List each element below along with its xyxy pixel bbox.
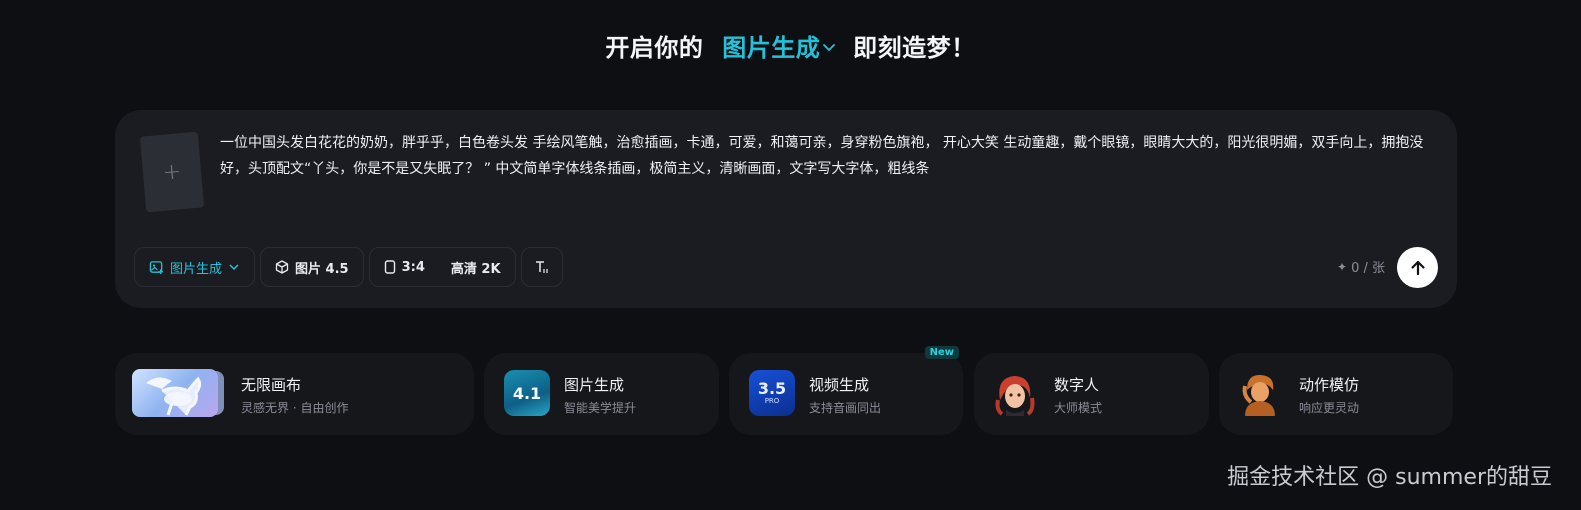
send-button[interactable] <box>1397 247 1438 288</box>
headline-prefix: 开启你的 <box>605 34 704 62</box>
pegasus-image <box>146 376 202 416</box>
card-title: 数字人 <box>1054 376 1100 394</box>
prompt-textarea[interactable]: 一位中国头发白花花的奶奶，胖乎乎，白色卷头发 手绘风笔触，治愈插画，卡通，可爱，… <box>220 130 1435 182</box>
feature-card-digital-human[interactable]: 数字人 大师模式 <box>974 353 1209 435</box>
feature-card-motion-mimic[interactable]: 动作模仿 响应更灵动 <box>1219 353 1453 435</box>
thumb-version: 3.5 <box>757 379 787 398</box>
image-gen-thumbnail: 4.1 <box>504 370 550 416</box>
new-badge: New <box>924 346 959 359</box>
thumb-version: 4.1 <box>512 383 542 403</box>
ratio-quality-button[interactable]: 3:4 高清 2K <box>368 247 516 287</box>
upload-reference-button[interactable]: + <box>139 131 205 213</box>
watermark: 掘金技术社区 @ summer的甜豆 <box>1227 465 1552 490</box>
text-style-button[interactable] <box>520 247 563 287</box>
quality-label: 高清 2K <box>450 261 501 277</box>
ratio-label: 3:4 <box>401 259 425 275</box>
card-subtitle: 响应更灵动 <box>1299 401 1360 415</box>
plus-icon: + <box>161 158 183 186</box>
model-select-button[interactable]: 图片 4.5 <box>260 247 364 287</box>
page: 开启你的 图片生成 即刻造梦！ + 一位中国头发白花花的奶奶，胖乎乎，白色卷头发… <box>0 0 1581 510</box>
card-subtitle: 支持音画同出 <box>809 401 882 415</box>
card-title: 动作模仿 <box>1299 376 1360 394</box>
card-title: 无限画布 <box>241 376 302 394</box>
sparkle-icon: ✦ <box>1337 259 1348 274</box>
mode-dropdown[interactable]: 图片生成 <box>722 34 853 62</box>
feature-card-video-gen[interactable]: New 3.5 PRO 视频生成 支持音画同出 <box>729 346 963 435</box>
arrow-up-icon <box>1410 260 1425 275</box>
headline: 开启你的 图片生成 即刻造梦！ <box>0 28 1581 63</box>
card-subtitle: 大师模式 <box>1054 401 1103 415</box>
canvas-thumbnail <box>132 369 224 417</box>
card-subtitle: 灵感无界 · 自由创作 <box>241 401 349 415</box>
motion-mimic-thumbnail <box>1242 374 1275 416</box>
cube-icon <box>275 260 289 274</box>
video-gen-thumbnail: 3.5 PRO <box>749 370 795 416</box>
mode-dropdown-label: 图片生成 <box>722 34 821 62</box>
prompt-panel: + 一位中国头发白花花的奶奶，胖乎乎，白色卷头发 手绘风笔触，治愈插画，卡通，可… <box>115 110 1457 308</box>
thumb-pro: PRO <box>764 397 780 405</box>
chevron-down-icon <box>823 44 836 52</box>
mode-select-button[interactable]: 图片生成 <box>134 247 256 287</box>
card-title: 图片生成 <box>564 376 625 394</box>
headline-suffix: 即刻造梦！ <box>853 34 976 62</box>
feature-card-image-gen[interactable]: 4.1 图片生成 智能美学提升 <box>484 353 719 435</box>
credit-cost-label: 0 / 张 <box>1351 261 1385 276</box>
aspect-ratio-icon <box>384 260 395 274</box>
text-format-icon <box>535 261 548 273</box>
image-add-icon <box>149 260 164 274</box>
feature-cards: 无限画布 灵感无界 · 自由创作 4.1 图片生成 智能美学提升 New 3.5… <box>115 346 1457 435</box>
digital-human-avatar <box>995 376 1035 416</box>
model-select-label: 图片 4.5 <box>295 261 349 277</box>
credit-cost: ✦ 0 / 张 <box>1337 257 1385 277</box>
prompt-toolbar: 图片生成 图片 4.5 3:4 高清 2K <box>134 247 563 287</box>
card-subtitle: 智能美学提升 <box>564 401 637 415</box>
mode-select-label: 图片生成 <box>170 261 223 277</box>
card-title: 视频生成 <box>809 376 870 394</box>
feature-card-canvas[interactable]: 无限画布 灵感无界 · 自由创作 <box>115 353 474 435</box>
chevron-down-icon <box>229 264 239 271</box>
